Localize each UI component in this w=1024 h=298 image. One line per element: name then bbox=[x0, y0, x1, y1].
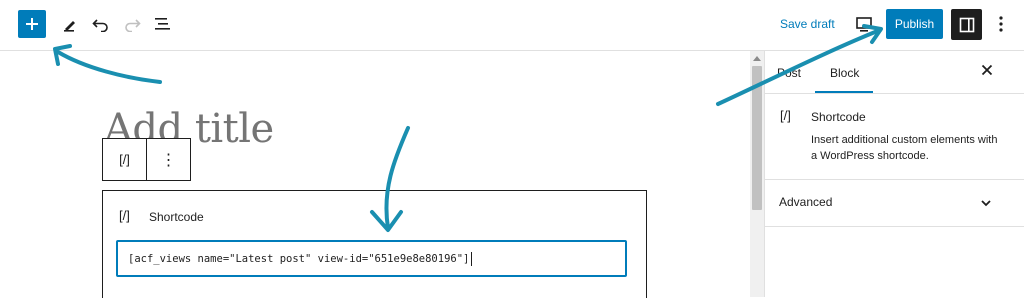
redo-icon bbox=[125, 19, 141, 32]
divider bbox=[765, 93, 1024, 94]
block-card-title: Shortcode bbox=[811, 110, 866, 124]
publish-button[interactable]: Publish bbox=[886, 9, 943, 39]
shortcode-block[interactable]: [/] Shortcode [acf_views name="Latest po… bbox=[102, 190, 647, 298]
options-menu-button[interactable] bbox=[994, 13, 1008, 35]
desktop-preview-icon bbox=[856, 17, 872, 32]
text-caret bbox=[471, 251, 473, 266]
tools-button[interactable] bbox=[58, 12, 82, 36]
divider bbox=[765, 226, 1024, 227]
settings-sidebar: Post Block [/] Shortcode Insert addition… bbox=[765, 51, 1024, 297]
canvas-scrollbar-thumb[interactable] bbox=[752, 66, 762, 210]
block-card-icon: [/] bbox=[780, 108, 791, 123]
editor-header: Save draft Publish bbox=[0, 0, 1024, 51]
close-sidebar-button[interactable] bbox=[979, 61, 995, 81]
shortcode-icon: [/] bbox=[119, 208, 130, 223]
sidebar-icon bbox=[959, 17, 974, 32]
add-block-button[interactable] bbox=[18, 10, 46, 38]
undo-button[interactable] bbox=[89, 12, 113, 36]
block-toolbar: [/] ⋮ bbox=[102, 138, 191, 181]
list-view-icon bbox=[155, 18, 170, 30]
chevron-down-icon[interactable] bbox=[979, 196, 993, 210]
save-draft-button[interactable]: Save draft bbox=[780, 17, 835, 31]
tab-block[interactable]: Block bbox=[830, 66, 859, 80]
plus-icon bbox=[26, 18, 38, 30]
settings-toggle-button[interactable] bbox=[951, 9, 982, 40]
divider bbox=[765, 179, 1024, 180]
undo-icon bbox=[92, 19, 108, 32]
shortcode-block-label: Shortcode bbox=[149, 210, 204, 224]
shortcode-input[interactable]: [acf_views name="Latest post" view-id="6… bbox=[116, 240, 627, 277]
tab-post[interactable]: Post bbox=[777, 66, 801, 80]
pencil-icon bbox=[64, 21, 75, 32]
block-type-button[interactable]: [/] bbox=[103, 139, 146, 180]
shortcode-value: [acf_views name="Latest post" view-id="6… bbox=[128, 252, 470, 265]
redo-button[interactable] bbox=[120, 12, 144, 36]
close-icon bbox=[981, 64, 993, 76]
advanced-panel-toggle[interactable]: Advanced bbox=[779, 195, 832, 209]
more-vertical-icon bbox=[999, 16, 1003, 32]
block-card-description: Insert additional custom elements with a… bbox=[811, 134, 998, 162]
scroll-up-arrow-icon[interactable] bbox=[753, 55, 761, 61]
block-options-button[interactable]: ⋮ bbox=[147, 139, 190, 180]
preview-button[interactable] bbox=[855, 15, 873, 33]
list-view-button[interactable] bbox=[151, 12, 175, 36]
